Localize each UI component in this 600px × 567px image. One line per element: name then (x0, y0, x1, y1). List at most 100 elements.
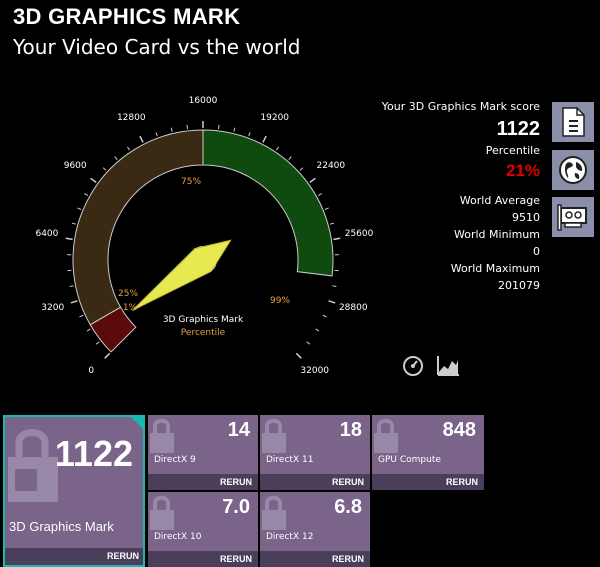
percentile-marker-75: 75% (180, 177, 202, 187)
tile-value: 18 (339, 419, 362, 441)
gauge-tick (295, 352, 302, 359)
gauge-tick (315, 328, 320, 332)
lock-icon (262, 418, 286, 453)
gauge-tick (329, 222, 335, 225)
tile-rerun-button[interactable]: RERUN (372, 474, 484, 490)
percentile-marker-99: 99% (269, 296, 291, 306)
gauge: 0 3200 6400 9600 12800 16000 19200 22400 25600 28… (0, 90, 380, 380)
percentile-label: Percentile (485, 144, 540, 157)
gauge-tick (309, 177, 316, 184)
page-subtitle: Your Video Card vs the world (13, 35, 301, 59)
gauge-tick-label: 28800 (338, 302, 368, 313)
chart-button[interactable] (436, 355, 459, 377)
speedometer-icon (403, 356, 423, 376)
tile-rerun-button[interactable]: RERUN (260, 551, 370, 567)
gauge-tick (77, 207, 82, 210)
gauge-needle (131, 239, 232, 312)
gauge-tick (86, 328, 91, 332)
gauge-tick (322, 314, 327, 318)
gauge-tick (95, 341, 100, 345)
tile-gpu-compute[interactable]: 848 GPU Compute RERUN (372, 415, 484, 490)
tile-name: GPU Compute (378, 455, 441, 465)
document-icon (562, 107, 585, 137)
tile-name: DirectX 10 (154, 532, 202, 542)
world-minimum-value: 0 (533, 245, 540, 258)
gauge-tick (104, 352, 111, 359)
tile-directx-9[interactable]: 14 DirectX 9 RERUN (148, 415, 258, 490)
gauge-tick-label: 6400 (35, 229, 59, 240)
video-card-icon (557, 204, 587, 231)
selected-corner (129, 415, 145, 431)
main-tile-3d-graphics-mark[interactable]: 1122 3D Graphics Mark RERUN (3, 415, 145, 567)
gauge-tick (114, 156, 118, 160)
gauge-tick (127, 146, 131, 151)
gauge-tick (333, 237, 341, 241)
gauge-tick (324, 207, 329, 210)
lock-icon (150, 495, 174, 530)
lock-icon (150, 418, 174, 453)
gauge-tick-label: 32000 (300, 365, 330, 376)
tile-rerun-button[interactable]: RERUN (260, 474, 370, 490)
gauge-tick (69, 285, 74, 288)
tile-value: 14 (227, 419, 250, 441)
gauge-tick (84, 193, 89, 196)
gauge-tick (71, 222, 77, 225)
tile-name: DirectX 12 (266, 532, 314, 542)
gauge-tick (79, 314, 84, 318)
tile-name: DirectX 9 (154, 455, 196, 465)
gauge-tick-label: 16000 (188, 96, 218, 106)
main-tile-rerun-button[interactable]: RERUN (5, 548, 143, 565)
gauge-tick (155, 132, 158, 137)
gauge-tick (90, 177, 97, 184)
gauge-tick-label: 19200 (260, 113, 290, 124)
world-average-value: 9510 (512, 211, 540, 224)
gauge-tick (332, 285, 337, 288)
lock-icon (262, 495, 286, 530)
chart-icon (437, 356, 459, 376)
speedometer-button[interactable] (402, 355, 424, 377)
tile-directx-12[interactable]: 6.8 DirectX 12 RERUN (260, 492, 370, 567)
main-tile-value: 1122 (54, 433, 133, 474)
gauge-tick (65, 237, 73, 241)
percentile-value: 21% (505, 161, 540, 180)
world-minimum-label: World Minimum (454, 228, 540, 241)
gauge-tick-label: 0 (88, 365, 95, 376)
gauge-center-label: 3D Graphics Mark (162, 315, 244, 325)
gauge-tick-label: 25600 (344, 229, 374, 240)
main-tile-name: 3D Graphics Mark (9, 519, 114, 534)
tile-name: DirectX 11 (266, 455, 314, 465)
gauge-tick (317, 193, 322, 196)
gauge-tick (306, 341, 311, 345)
globe-button[interactable] (552, 150, 594, 190)
gauge-tick-label: 12800 (116, 113, 146, 124)
score-label: Your 3D Graphics Mark score (381, 100, 540, 113)
tile-directx-11[interactable]: 18 DirectX 11 RERUN (260, 415, 370, 490)
world-maximum-value: 201079 (498, 279, 540, 292)
gauge-tick (328, 300, 336, 304)
gauge-tick (288, 156, 292, 160)
gauge-tick (70, 300, 78, 304)
gauge-tick (139, 135, 144, 143)
percentile-marker-1: 1% (122, 303, 138, 313)
gauge-center-sublabel: Percentile (180, 328, 226, 338)
tile-rerun-button[interactable]: RERUN (148, 551, 258, 567)
gauge-tick (233, 127, 236, 132)
world-average-label: World Average (459, 194, 540, 207)
tile-directx-10[interactable]: 7.0 DirectX 10 RERUN (148, 492, 258, 567)
gauge-tick (102, 167, 107, 171)
gauge-tick-label: 9600 (63, 161, 87, 172)
lock-icon (374, 418, 398, 453)
score-value: 1122 (496, 118, 540, 140)
video-card-button[interactable] (552, 197, 594, 237)
world-maximum-label: World Maximum (450, 262, 540, 275)
gauge-tick-label: 22400 (316, 161, 346, 172)
globe-icon (559, 156, 587, 184)
tile-value: 848 (442, 419, 476, 441)
gauge-tick (262, 135, 267, 143)
gauge-tick (299, 167, 304, 171)
gauge-tick (275, 146, 279, 151)
gauge-tick (170, 127, 173, 132)
score-panel: Your 3D Graphics Mark score 1122 Percent… (382, 100, 540, 294)
tile-rerun-button[interactable]: RERUN (148, 474, 258, 490)
document-button[interactable] (552, 102, 594, 142)
